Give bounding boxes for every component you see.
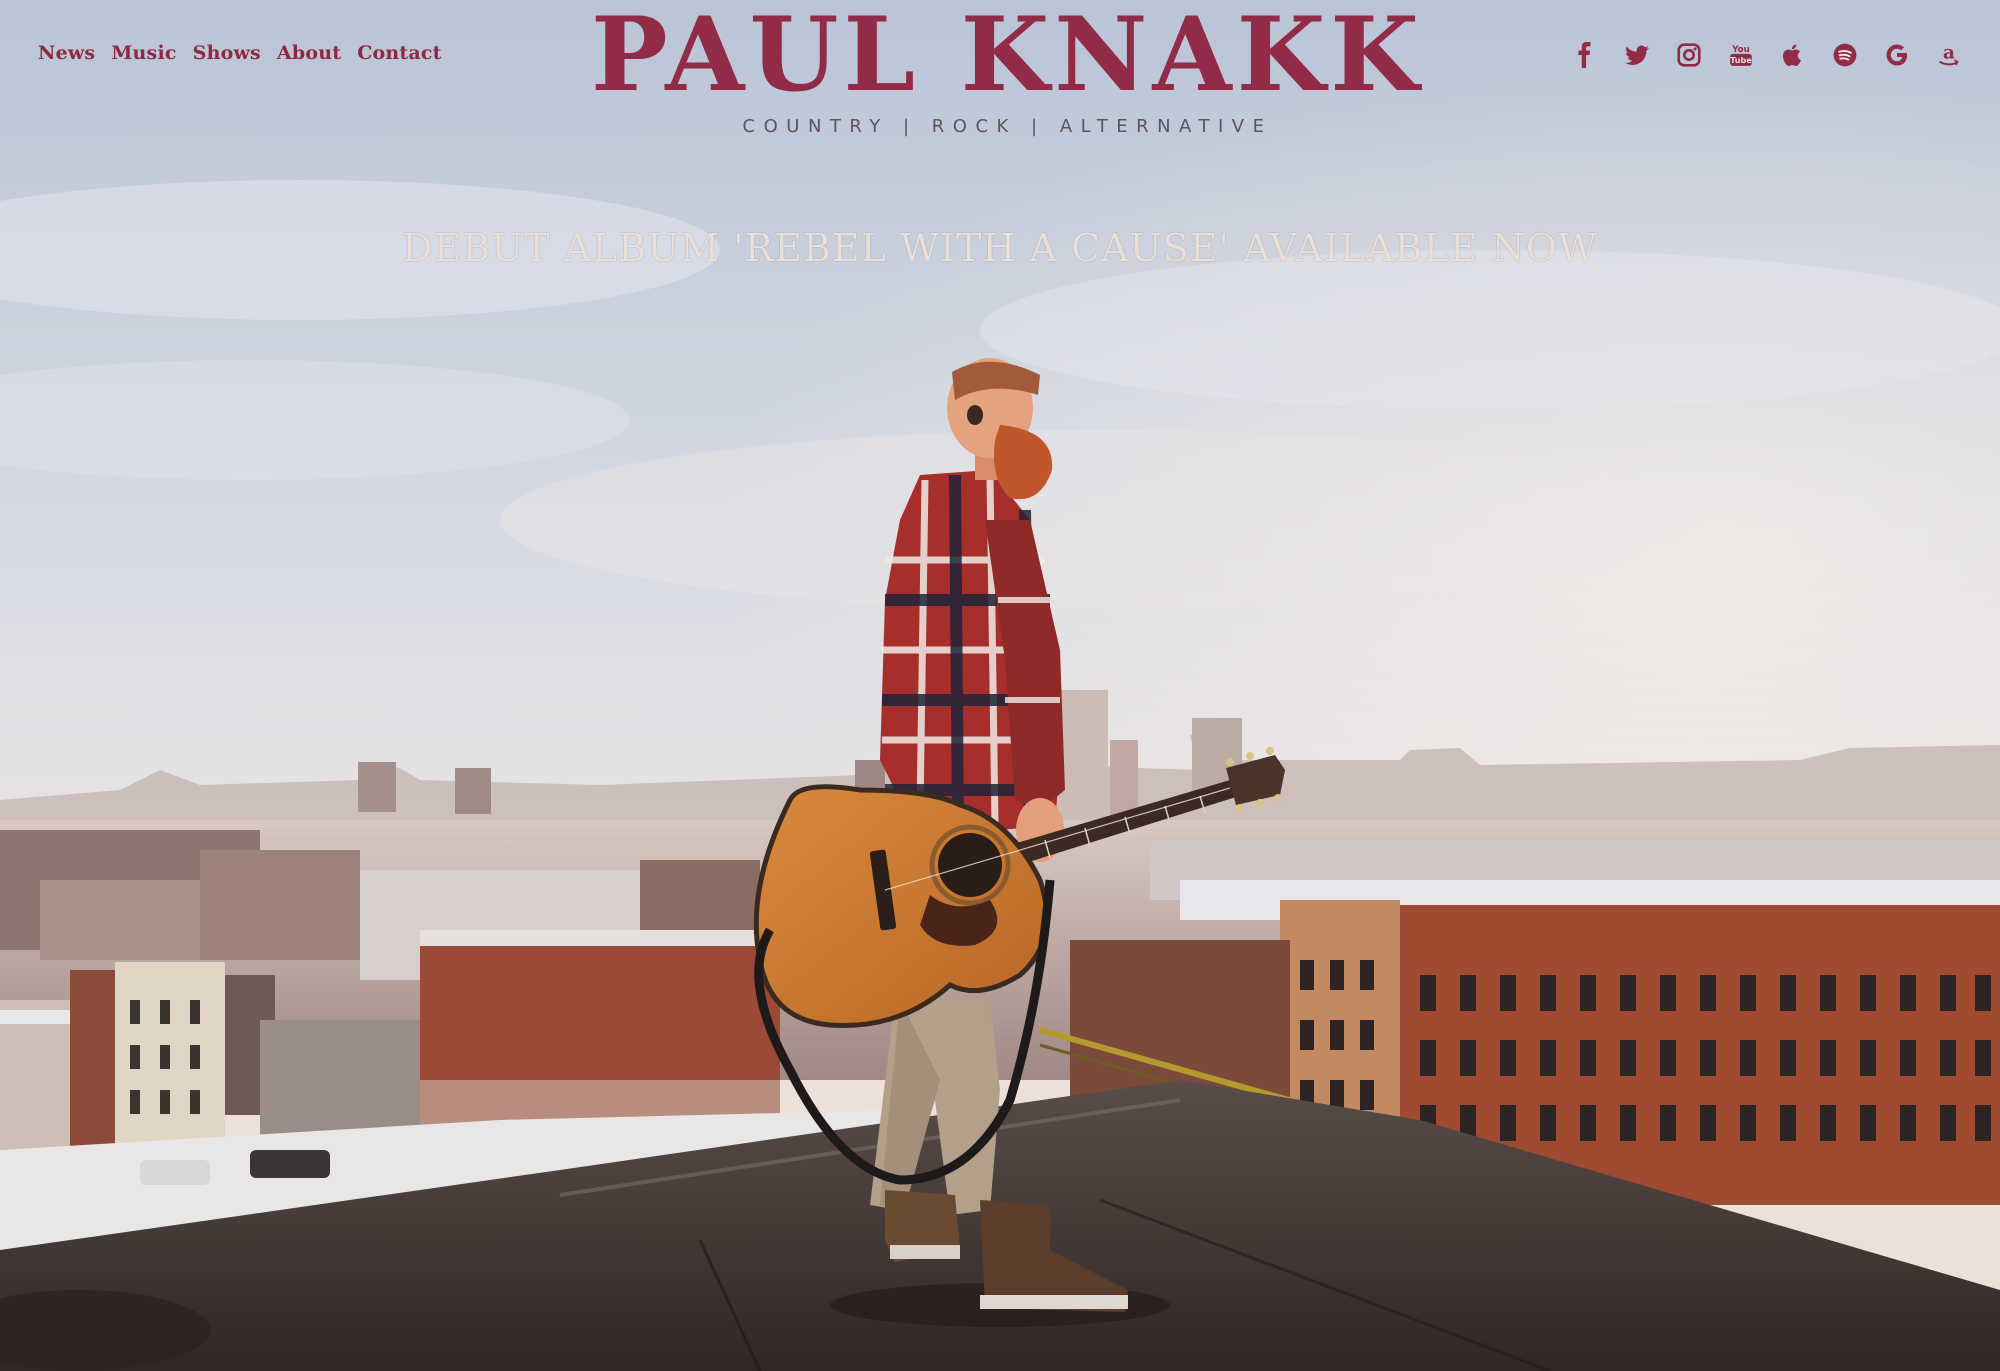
spotify-icon[interactable]: [1832, 42, 1858, 68]
youtube-icon[interactable]: You Tube: [1728, 42, 1754, 68]
svg-text:You: You: [1731, 45, 1750, 55]
album-announcement[interactable]: DEBUT ALBUM 'REBEL WITH A CAUSE' AVAILAB…: [0, 226, 2000, 270]
twitter-icon[interactable]: [1624, 42, 1650, 68]
google-play-icon[interactable]: [1884, 42, 1910, 68]
site-brand: PAUL KNAKK COUNTRY | ROCK | ALTERNATIVE: [0, 4, 2000, 137]
svg-text:a: a: [1943, 42, 1955, 63]
instagram-icon[interactable]: [1676, 42, 1702, 68]
hero-photo: [0, 0, 2000, 1371]
facebook-icon[interactable]: [1572, 42, 1598, 68]
apple-music-icon[interactable]: [1780, 42, 1806, 68]
amazon-icon[interactable]: a: [1936, 42, 1962, 68]
svg-text:Tube: Tube: [1730, 55, 1752, 65]
site-logo[interactable]: PAUL KNAKK: [591, 4, 1424, 106]
site-tagline: COUNTRY | ROCK | ALTERNATIVE: [742, 116, 1273, 137]
social-links: You Tube a: [1572, 42, 1962, 68]
